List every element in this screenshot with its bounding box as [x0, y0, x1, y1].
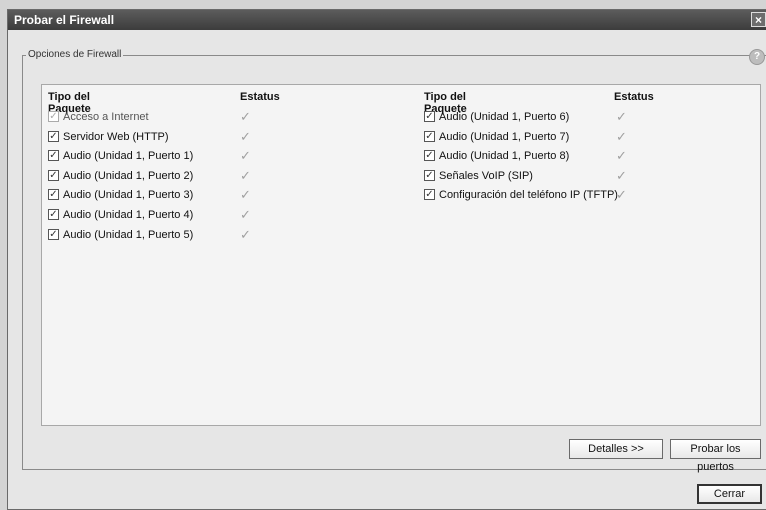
- packet-label: Audio (Unidad 1, Puerto 2): [63, 169, 194, 182]
- check-icon: ✓: [616, 187, 627, 203]
- firewall-options-group: Opciones de Firewall ? Tipo del Paquete …: [22, 49, 766, 473]
- packet-checkbox[interactable]: ✓: [48, 130, 59, 142]
- packet-checkbox[interactable]: ✓: [48, 208, 59, 220]
- packet-checkbox[interactable]: ✓: [48, 169, 59, 181]
- check-icon: ✓: [616, 148, 627, 164]
- packet-list-panel: Tipo del Paquete Estatus ✓ Acceso a Inter…: [41, 84, 761, 426]
- packet-checkbox[interactable]: ✓: [424, 150, 435, 162]
- check-icon: ✓: [240, 206, 251, 222]
- packet-checkbox[interactable]: ✓: [48, 228, 59, 240]
- packet-checkbox: ✓: [48, 111, 59, 122]
- check-icon: ✓: [616, 109, 627, 124]
- test-ports-button[interactable]: Probar los puertos: [670, 439, 761, 473]
- packet-label: Acceso a Internet: [63, 111, 149, 123]
- status-header: Estatus: [240, 91, 280, 103]
- check-icon: ✓: [616, 167, 627, 183]
- packet-checkbox[interactable]: ✓: [424, 169, 435, 181]
- check-icon: ✓: [240, 187, 251, 203]
- packet-label: Audio (Unidad 1, Puerto 4): [63, 208, 194, 221]
- packet-label: Audio (Unidad 1, Puerto 8): [439, 150, 570, 163]
- packet-label: Audio (Unidad 1, Puerto 5): [63, 228, 194, 241]
- group-legend: Opciones de Firewall: [26, 49, 124, 60]
- check-icon: ✓: [240, 167, 251, 183]
- check-icon: ✓: [240, 148, 251, 164]
- help-icon[interactable]: ?: [749, 49, 765, 65]
- packet-label: Audio (Unidad 1, Puerto 6): [439, 111, 570, 123]
- packet-checkbox[interactable]: ✓: [48, 189, 59, 201]
- packet-checkbox[interactable]: ✓: [424, 130, 435, 142]
- packet-label: Audio (Unidad 1, Puerto 1): [63, 150, 194, 163]
- check-icon: ✓: [240, 128, 251, 144]
- packet-checkbox[interactable]: ✓: [424, 111, 435, 122]
- packet-label: Señales VoIP (SIP): [439, 169, 533, 182]
- packet-checkbox[interactable]: ✓: [424, 189, 435, 201]
- window-title: Probar el Firewall: [14, 13, 115, 27]
- firewall-dialog: Probar el Firewall × Opciones de Firewal…: [7, 9, 766, 510]
- packet-label: Audio (Unidad 1, Puerto 3): [63, 189, 194, 202]
- status-header: Estatus: [614, 91, 654, 103]
- window-close-button[interactable]: ×: [751, 12, 766, 27]
- packet-label: Configuración del teléfono IP (TFTP): [439, 189, 618, 202]
- packet-label: Servidor Web (HTTP): [63, 130, 169, 143]
- packet-checkbox[interactable]: ✓: [48, 150, 59, 162]
- title-bar: Probar el Firewall ×: [8, 10, 766, 30]
- check-icon: ✓: [240, 226, 251, 242]
- packet-label: Audio (Unidad 1, Puerto 7): [439, 130, 570, 143]
- check-icon: ✓: [240, 109, 251, 124]
- details-button[interactable]: Detalles >>: [569, 439, 663, 459]
- close-button[interactable]: Cerrar: [697, 484, 762, 504]
- check-icon: ✓: [616, 128, 627, 144]
